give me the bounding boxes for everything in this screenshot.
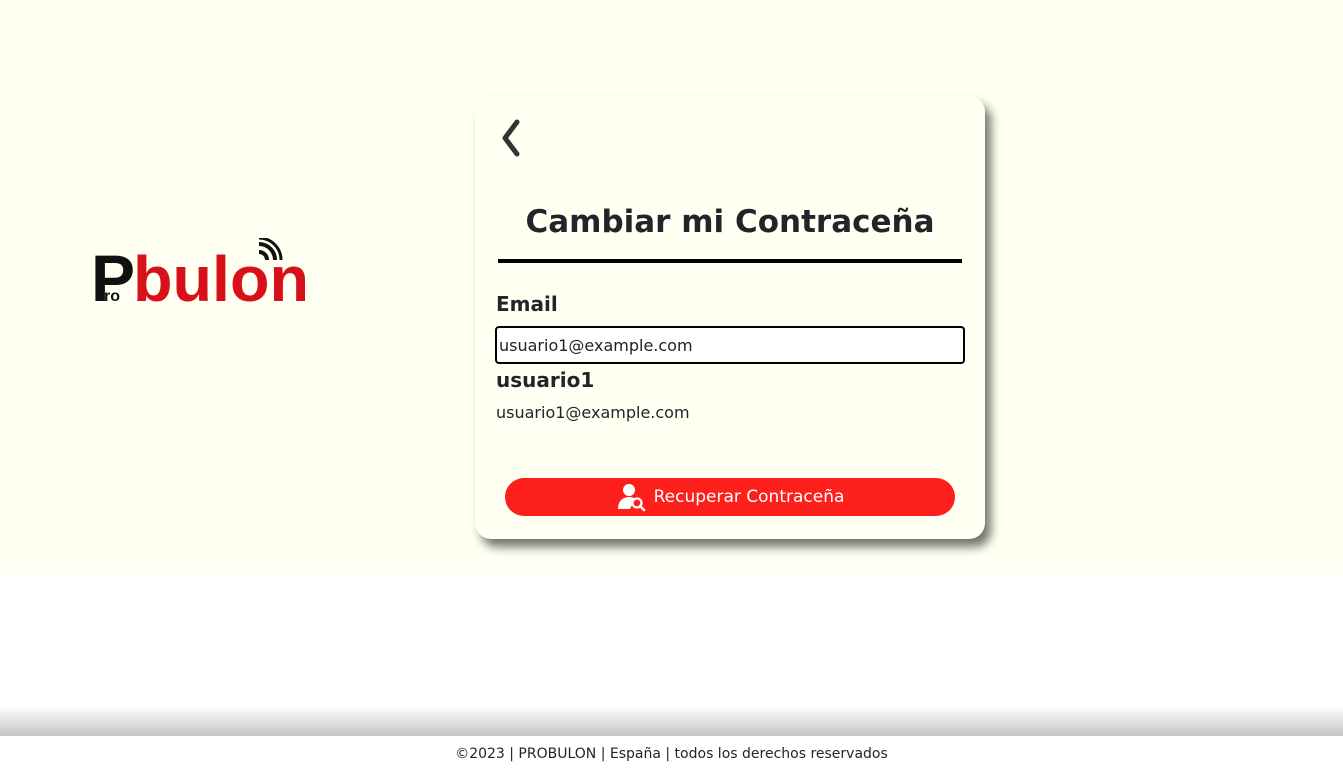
email-field[interactable]	[495, 326, 965, 364]
change-password-card: Cambiar mi Contraceña Email usuario1 usu…	[475, 96, 985, 539]
svg-text:bulon: bulon	[133, 243, 309, 304]
recover-password-label: Recuperar Contraceña	[653, 487, 845, 507]
email-label: Email	[496, 292, 558, 316]
user-email: usuario1@example.com	[496, 403, 690, 422]
probulon-logo: P ro bulon	[91, 238, 309, 304]
svg-text:ro: ro	[104, 288, 120, 304]
page-title: Cambiar mi Contraceña	[525, 204, 935, 240]
title-divider	[498, 259, 962, 263]
footer-shadow	[0, 706, 1343, 736]
footer-text: ©2023 | PROBULON | España | todos los de…	[455, 746, 888, 762]
footer: ©2023 | PROBULON | España | todos los de…	[0, 736, 1343, 768]
user-name: usuario1	[496, 368, 595, 392]
user-search-icon	[617, 484, 645, 512]
hero-section: P ro bulon Cambiar mi Contraceña Email u…	[0, 0, 1343, 574]
recover-password-button[interactable]: Recuperar Contraceña	[505, 478, 955, 516]
chevron-left-icon[interactable]	[497, 116, 527, 160]
